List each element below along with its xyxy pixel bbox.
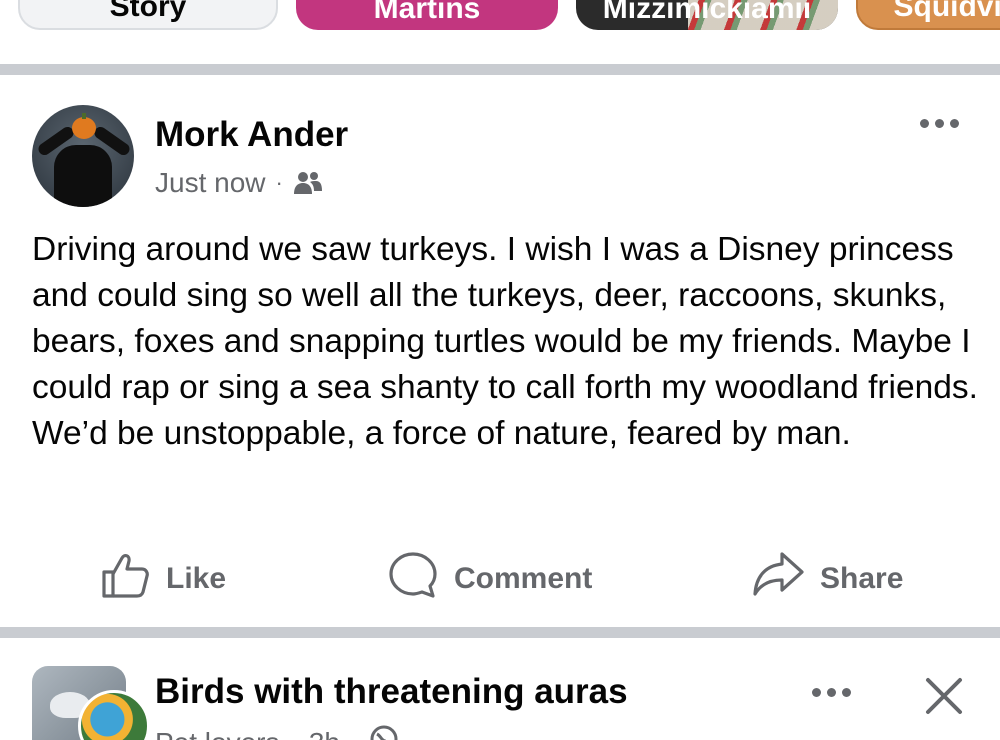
like-label: Like xyxy=(166,562,227,595)
story-label: Story xyxy=(109,0,187,23)
stories-strip: Story Martins Mizzimickiamii Squidvis xyxy=(0,0,1000,64)
story-card-create[interactable]: Story xyxy=(18,0,278,30)
post-body-text: Driving around we saw turkeys. I wish I … xyxy=(32,231,978,452)
share-button[interactable]: Share xyxy=(752,550,904,608)
comment-label: Comment xyxy=(454,562,593,595)
comment-button[interactable]: Comment xyxy=(388,550,593,608)
meta-separator: · xyxy=(275,170,283,195)
post-author-name[interactable]: Mork Ander xyxy=(155,115,348,155)
story-label: Mizzimickiamii xyxy=(602,0,812,25)
friends-icon[interactable] xyxy=(293,170,323,196)
share-arrow-icon xyxy=(752,550,804,608)
group-name[interactable]: Birds with threatening auras xyxy=(155,672,628,712)
post-options-button[interactable] xyxy=(812,688,851,697)
share-label: Share xyxy=(820,562,904,595)
post-time[interactable]: 3h xyxy=(309,727,340,740)
poster-name[interactable]: Pet lovers xyxy=(155,727,280,740)
story-label: Martins xyxy=(373,0,481,25)
story-card-mizzimickiamii[interactable]: Mizzimickiamii xyxy=(576,0,838,30)
comment-icon xyxy=(388,550,438,608)
post-action-bar: Like Comment Share xyxy=(0,550,1000,608)
like-button[interactable]: Like xyxy=(100,553,226,605)
story-card-squidvis[interactable]: Squidvis xyxy=(856,0,1000,30)
story-card-martins[interactable]: Martins xyxy=(296,0,558,30)
close-icon[interactable] xyxy=(922,674,966,718)
post-timestamp[interactable]: Just now xyxy=(155,167,266,199)
globe-icon xyxy=(369,724,399,740)
meta-separator: · xyxy=(290,727,299,740)
meta-separator: · xyxy=(350,727,359,740)
feed-post: Mork Ander Just now · Driving around we … xyxy=(0,75,1000,627)
post-meta: Pet lovers · 3h · xyxy=(155,724,399,740)
feed-post-group: Birds with threatening auras Pet lovers … xyxy=(0,638,1000,740)
story-label: Squidvis xyxy=(893,0,1000,23)
post-meta: Just now · xyxy=(155,167,323,199)
thumbs-up-icon xyxy=(100,550,150,608)
feed-divider xyxy=(0,627,1000,638)
avatar[interactable] xyxy=(32,105,134,207)
feed-divider xyxy=(0,64,1000,75)
post-options-button[interactable] xyxy=(920,119,959,128)
